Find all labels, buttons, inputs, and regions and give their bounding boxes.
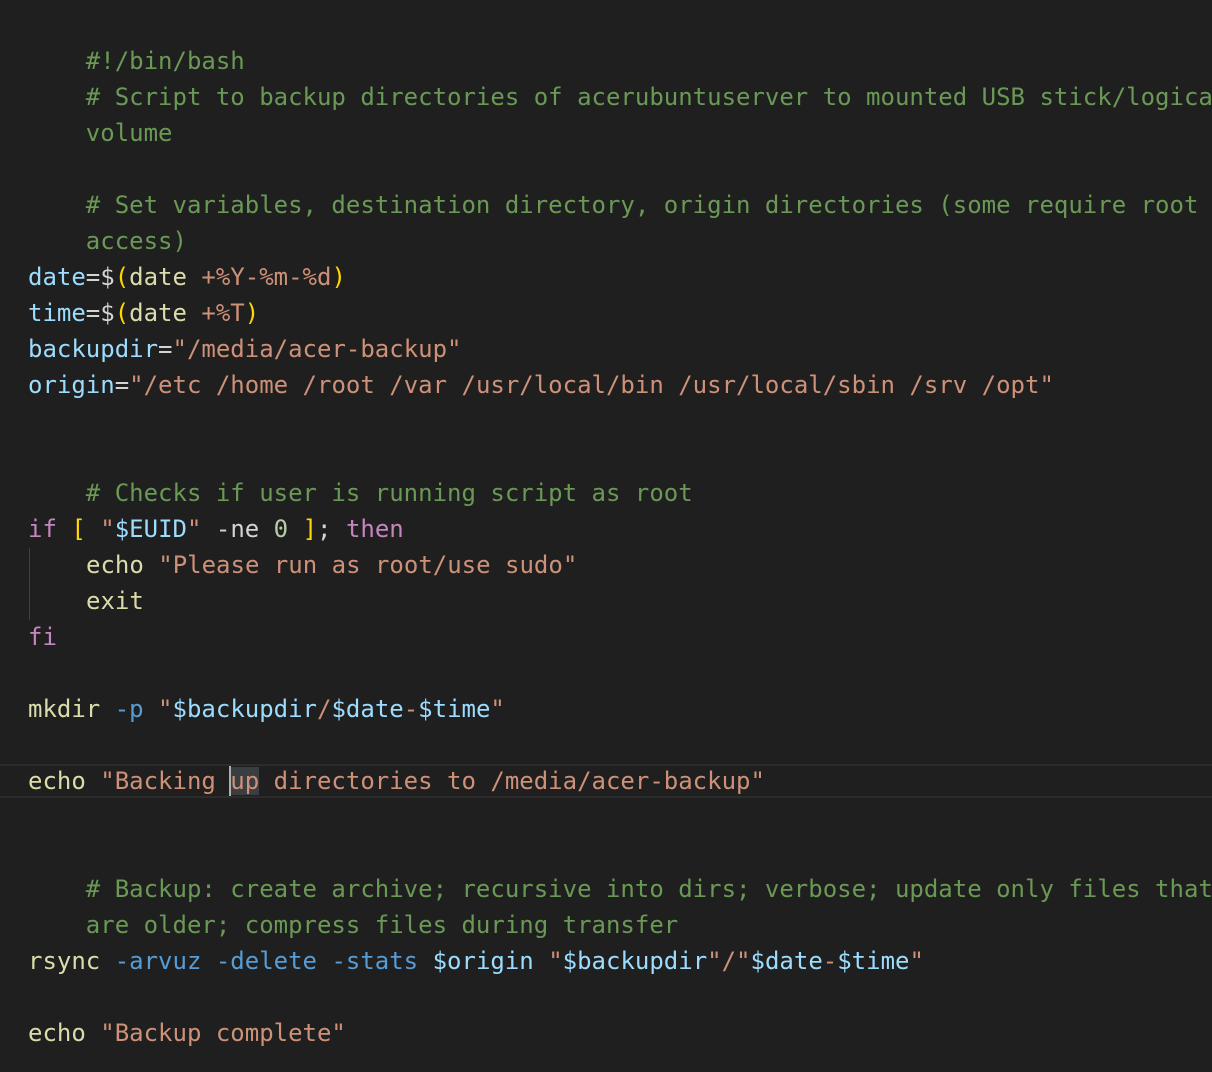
variable-name: date [28, 263, 86, 291]
comment: # Checks if user is running script as ro… [85, 479, 693, 507]
command: date [129, 263, 187, 291]
variable-ref: $time [837, 947, 910, 975]
operator: =$ [85, 263, 115, 291]
quote: " [143, 695, 173, 723]
variable-ref: $date [750, 947, 823, 975]
code-line-1[interactable]: #!/bin/bash [28, 7, 245, 75]
quote: " [186, 515, 202, 543]
variable-ref: $origin [432, 947, 534, 975]
variable-ref: $date [331, 695, 404, 723]
command: mkdir [28, 695, 101, 723]
code-line-10[interactable]: backupdir="/media/acer-backup" [28, 331, 461, 367]
comment: access) [85, 227, 187, 255]
code-line-15[interactable]: if [ "$EUID" -ne 0 ]; then [28, 511, 404, 547]
variable-name: backupdir [28, 335, 159, 363]
number: 0 [273, 515, 289, 543]
code-line-22[interactable]: echo "Backing up directories to /media/a… [28, 763, 765, 799]
bracket: ) [331, 263, 346, 291]
variable-name: time [28, 299, 86, 327]
code-line-27[interactable]: rsync -arvuz -delete -stats $origin "$ba… [28, 943, 924, 979]
operator: =$ [85, 299, 115, 327]
bracket: ( [114, 299, 130, 327]
quote: " [85, 515, 115, 543]
code-line-3[interactable]: volume [28, 79, 173, 147]
string: "Backing up directories to /media/acer-b… [85, 767, 765, 795]
string: "/media/acer-backup" [172, 335, 462, 363]
argument: +%T [186, 299, 245, 327]
comment: are older; compress files during transfe… [85, 911, 679, 939]
string: "/etc /home /root /var /usr/local/bin /u… [129, 371, 1054, 399]
code-line-6[interactable]: access) [28, 187, 187, 255]
code-line-11[interactable]: origin="/etc /home /root /var /usr/local… [28, 367, 1054, 403]
command: date [129, 299, 187, 327]
operator: = [158, 335, 173, 363]
variable-ref: $backupdir [172, 695, 318, 723]
variable-ref: $backupdir [562, 947, 708, 975]
argument: +%Y-%m-%d [186, 263, 332, 291]
indent-guide [29, 548, 30, 620]
operator: -ne [201, 515, 274, 543]
code-line-5[interactable]: # Set variables, destination directory, … [28, 151, 1199, 219]
variable-name: origin [28, 371, 115, 399]
command: echo [28, 767, 86, 795]
code-line-18[interactable]: fi [28, 619, 57, 655]
keyword-if: if [28, 515, 57, 543]
flag: -p [100, 695, 144, 723]
variable-ref: $time [418, 695, 491, 723]
comment: volume [85, 119, 173, 147]
command: echo [86, 551, 144, 579]
quote: " [533, 947, 563, 975]
command: exit [86, 587, 144, 615]
command: echo [28, 1019, 86, 1047]
string: - [822, 947, 838, 975]
string: "/" [707, 947, 751, 975]
string: "Please run as root/use sudo" [143, 551, 578, 579]
bracket: ( [114, 263, 130, 291]
comment: # Script to backup directories of acerub… [85, 83, 1212, 111]
flags: -arvuz -delete -stats [100, 947, 419, 975]
bracket: ) [244, 299, 260, 327]
code-line-24[interactable]: # Backup: create archive; recursive into… [28, 835, 1212, 903]
semicolon: ; [317, 515, 346, 543]
quote: " [909, 947, 924, 975]
keyword-then: then [345, 515, 404, 543]
code-line-13[interactable]: # Checks if user is running script as ro… [28, 439, 693, 507]
code-line-2[interactable]: # Script to backup directories of acerub… [28, 43, 1212, 111]
code-editor[interactable]: #!/bin/bash # Script to backup directori… [0, 0, 1212, 1072]
operator: = [114, 371, 130, 399]
code-line-17[interactable]: exit [86, 583, 144, 619]
bracket: [ [71, 515, 86, 543]
bracket: ] [288, 515, 318, 543]
keyword-fi: fi [28, 623, 57, 651]
string: "Backup complete" [85, 1019, 346, 1047]
string: - [403, 695, 419, 723]
code-line-8[interactable]: date=$(date +%Y-%m-%d) [28, 259, 346, 295]
code-line-9[interactable]: time=$(date +%T) [28, 295, 259, 331]
command: rsync [28, 947, 101, 975]
text-cursor [229, 766, 231, 796]
code-line-20[interactable]: mkdir -p "$backupdir/$date-$time" [28, 691, 505, 727]
code-line-25[interactable]: are older; compress files during transfe… [28, 871, 678, 939]
string: / [317, 695, 332, 723]
code-line-16[interactable]: echo "Please run as root/use sudo" [86, 547, 577, 583]
variable-ref: $EUID [114, 515, 187, 543]
quote: " [490, 695, 505, 723]
code-line-29[interactable]: echo "Backup complete" [28, 1015, 346, 1051]
comment: # Set variables, destination directory, … [85, 191, 1199, 219]
